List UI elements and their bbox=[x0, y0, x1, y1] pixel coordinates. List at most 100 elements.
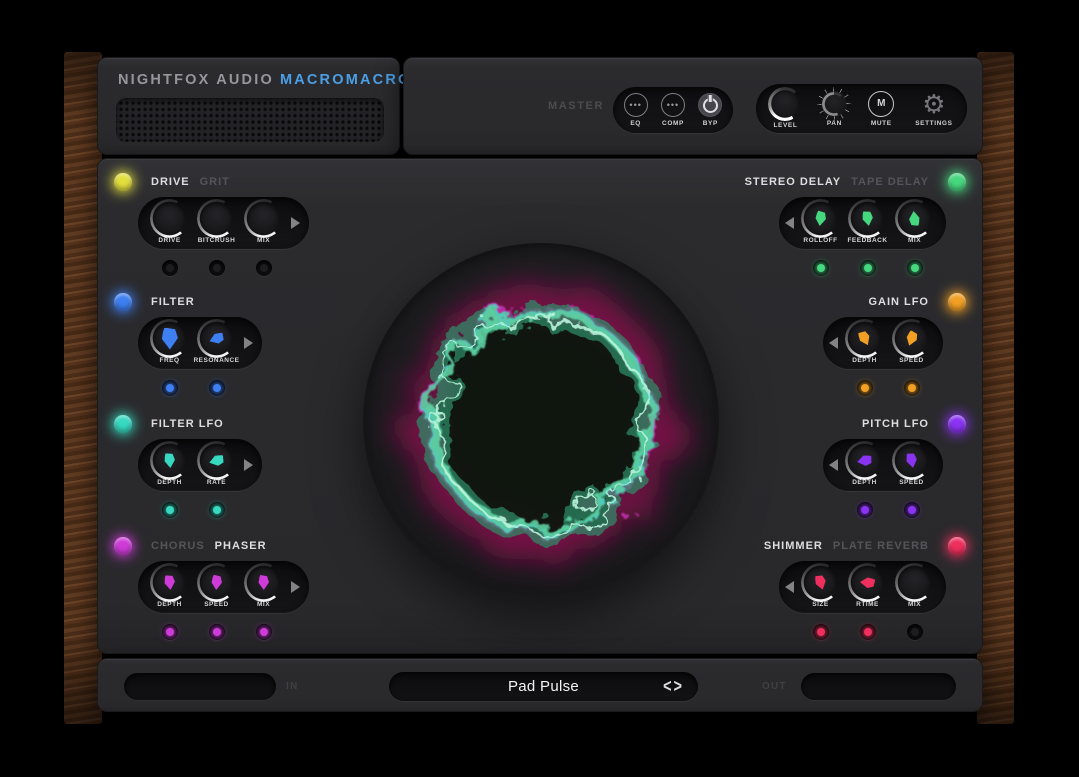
ellipsis-icon: ••• bbox=[661, 93, 685, 117]
knob-led[interactable] bbox=[209, 260, 225, 276]
module-title-group: FILTER LFO bbox=[151, 415, 224, 433]
depth-knob[interactable] bbox=[848, 322, 881, 355]
tab-filter[interactable]: FILTER bbox=[151, 293, 195, 311]
knob-pill: DRIVE BITCRUSH MIX bbox=[138, 197, 309, 249]
eq-button[interactable]: ••• EQ bbox=[624, 93, 648, 127]
expand-arrow-icon[interactable] bbox=[785, 217, 794, 229]
footer-bar: IN Pad Pulse < > OUT bbox=[97, 658, 983, 712]
mute-button[interactable]: M MUTE bbox=[868, 91, 894, 127]
tab-tape-delay[interactable]: TAPE DELAY bbox=[851, 173, 929, 191]
expand-arrow-icon[interactable] bbox=[785, 581, 794, 593]
master-control-group: LEVEL PAN M MUTE ⚙ SETTINGS bbox=[756, 84, 967, 133]
expand-arrow-icon[interactable] bbox=[291, 217, 300, 229]
tab-pitch-lfo[interactable]: PITCH LFO bbox=[862, 415, 929, 433]
knob-led[interactable] bbox=[162, 380, 178, 396]
knob-led[interactable] bbox=[857, 502, 873, 518]
module-enable-led[interactable] bbox=[948, 537, 966, 555]
comp-button[interactable]: ••• COMP bbox=[661, 93, 685, 127]
preset-display[interactable]: Pad Pulse < > bbox=[389, 672, 698, 701]
expand-arrow-icon[interactable] bbox=[829, 459, 838, 471]
knob-led[interactable] bbox=[860, 260, 876, 276]
depth-knob[interactable] bbox=[153, 444, 186, 477]
knob-led[interactable] bbox=[904, 502, 920, 518]
knob-led[interactable] bbox=[209, 624, 225, 640]
module-enable-led[interactable] bbox=[114, 415, 132, 433]
tab-stereo-delay[interactable]: STEREO DELAY bbox=[745, 173, 842, 191]
module-enable-led[interactable] bbox=[114, 173, 132, 191]
knob-led[interactable] bbox=[857, 380, 873, 396]
knob-led[interactable] bbox=[209, 380, 225, 396]
preset-next-button[interactable]: > bbox=[674, 677, 682, 697]
feedback-knob[interactable] bbox=[851, 202, 884, 235]
knob-led[interactable] bbox=[860, 624, 876, 640]
knob-led[interactable] bbox=[907, 624, 923, 640]
knob-ring bbox=[768, 87, 802, 121]
size-knob[interactable] bbox=[804, 566, 837, 599]
visualizer-plate bbox=[363, 243, 719, 599]
module-enable-led[interactable] bbox=[948, 173, 966, 191]
knob-led[interactable] bbox=[162, 624, 178, 640]
module-title-group: FILTER bbox=[151, 293, 195, 311]
knob-led[interactable] bbox=[209, 502, 225, 518]
bitcrush-knob[interactable] bbox=[200, 202, 233, 235]
mix-knob[interactable] bbox=[898, 202, 931, 235]
module-enable-led[interactable] bbox=[114, 293, 132, 311]
knob-led[interactable] bbox=[256, 624, 272, 640]
tab-grit[interactable]: GRIT bbox=[200, 173, 230, 191]
mix-knob[interactable] bbox=[898, 566, 931, 599]
knob-led-row bbox=[779, 624, 938, 640]
expand-arrow-icon[interactable] bbox=[291, 581, 300, 593]
knob-led-row bbox=[138, 502, 240, 518]
bypass-button[interactable]: BYP bbox=[698, 93, 722, 127]
resonance-knob[interactable] bbox=[200, 322, 233, 355]
tab-chorus[interactable]: CHORUS bbox=[151, 537, 205, 555]
rate-knob[interactable] bbox=[200, 444, 233, 477]
gear-icon: ⚙ bbox=[922, 91, 945, 117]
output-label: OUT bbox=[762, 659, 787, 713]
expand-arrow-icon[interactable] bbox=[244, 337, 253, 349]
rtime-knob[interactable] bbox=[851, 566, 884, 599]
speed-knob[interactable] bbox=[895, 444, 928, 477]
expand-arrow-icon[interactable] bbox=[829, 337, 838, 349]
tab-phaser[interactable]: PHASER bbox=[215, 537, 267, 555]
tab-gain-lfo[interactable]: GAIN LFO bbox=[868, 293, 929, 311]
tab-drive[interactable]: DRIVE bbox=[151, 173, 190, 191]
knob-ring bbox=[822, 92, 846, 116]
mix-knob[interactable] bbox=[247, 202, 280, 235]
knob-led[interactable] bbox=[256, 260, 272, 276]
depth-knob[interactable] bbox=[153, 566, 186, 599]
freq-knob[interactable] bbox=[153, 322, 186, 355]
knob-led[interactable] bbox=[904, 380, 920, 396]
knob-led[interactable] bbox=[162, 502, 178, 518]
level-knob[interactable]: LEVEL bbox=[770, 89, 800, 129]
ellipsis-icon: ••• bbox=[624, 93, 648, 117]
knob-led-row bbox=[823, 380, 935, 396]
knob-ring bbox=[150, 199, 189, 238]
preset-prev-button[interactable]: < bbox=[663, 677, 671, 697]
module-enable-led[interactable] bbox=[948, 293, 966, 311]
tab-shimmer[interactable]: SHIMMER bbox=[764, 537, 823, 555]
knob-pill: DEPTH RATE bbox=[138, 439, 262, 491]
drive-knob[interactable] bbox=[153, 202, 186, 235]
module-drive: DRIVE GRIT DRIVE BITCRUSH MIX bbox=[114, 168, 364, 280]
module-enable-led[interactable] bbox=[114, 537, 132, 555]
master-panel: MASTER ••• EQ ••• COMP BYP LEVEL PAN bbox=[403, 57, 983, 155]
pan-knob[interactable]: PAN bbox=[821, 91, 847, 127]
tab-filter-lfo[interactable]: FILTER LFO bbox=[151, 415, 224, 433]
mix-knob[interactable] bbox=[247, 566, 280, 599]
brand-maker: NIGHTFOX AUDIO bbox=[118, 72, 274, 88]
rolloff-knob[interactable] bbox=[804, 202, 837, 235]
knob-led[interactable] bbox=[813, 260, 829, 276]
speed-knob[interactable] bbox=[895, 322, 928, 355]
knob-led-row bbox=[138, 260, 287, 276]
expand-arrow-icon[interactable] bbox=[244, 459, 253, 471]
speed-knob[interactable] bbox=[200, 566, 233, 599]
plasma-ring-visualization bbox=[363, 243, 719, 599]
knob-led[interactable] bbox=[162, 260, 178, 276]
module-enable-led[interactable] bbox=[948, 415, 966, 433]
knob-led[interactable] bbox=[813, 624, 829, 640]
tab-plate-reverb[interactable]: PLATE REVERB bbox=[833, 537, 929, 555]
knob-led[interactable] bbox=[907, 260, 923, 276]
settings-button[interactable]: ⚙ SETTINGS bbox=[915, 91, 952, 127]
depth-knob[interactable] bbox=[848, 444, 881, 477]
